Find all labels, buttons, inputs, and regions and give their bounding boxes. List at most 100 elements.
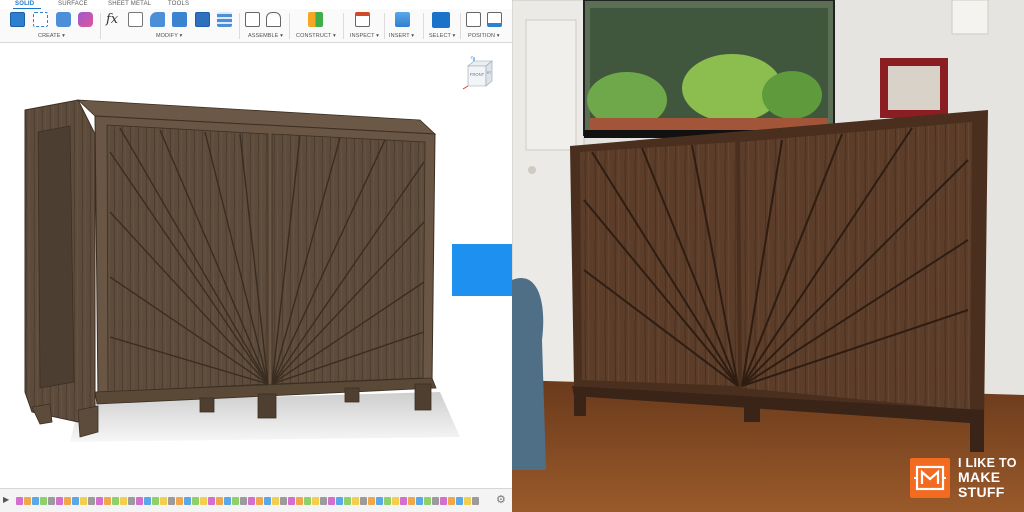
timeline-feature-icon[interactable] (168, 497, 175, 505)
measure-icon[interactable] (355, 12, 370, 27)
timeline-feature-icon[interactable] (456, 497, 463, 505)
press-pull-icon[interactable] (128, 12, 143, 27)
extrude-icon[interactable] (56, 12, 71, 27)
fillet-icon[interactable] (150, 12, 165, 27)
tab-surface[interactable]: SURFACE (58, 1, 88, 7)
insert-image-icon[interactable] (395, 12, 410, 27)
timeline-feature-icon[interactable] (48, 497, 55, 505)
offset-plane-icon[interactable] (308, 12, 323, 27)
timeline-feature-icon[interactable] (240, 497, 247, 505)
timeline-feature-icon[interactable] (40, 497, 47, 505)
timeline-feature-icon[interactable] (336, 497, 343, 505)
inspect-menu[interactable]: INSPECT ▾ (350, 33, 379, 39)
timeline-feature-icon[interactable] (408, 497, 415, 505)
timeline-feature-icon[interactable] (304, 497, 311, 505)
cabinet-foot (344, 387, 360, 403)
timeline-feature-icon[interactable] (376, 497, 383, 505)
new-component-icon[interactable] (10, 12, 25, 27)
timeline-feature-icon[interactable] (232, 497, 239, 505)
timeline-feature-icon[interactable] (328, 497, 335, 505)
joint-icon[interactable] (245, 12, 260, 27)
timeline-feature-icon[interactable] (160, 497, 167, 505)
timeline-feature-icon[interactable] (432, 497, 439, 505)
timeline-feature-icon[interactable] (128, 497, 135, 505)
timeline-feature-icon[interactable] (264, 497, 271, 505)
right-door (271, 133, 426, 385)
timeline-feature-icon[interactable] (208, 497, 215, 505)
construct-menu[interactable]: CONSTRUCT ▾ (296, 33, 336, 39)
timeline-feature-icon[interactable] (360, 497, 367, 505)
timeline-feature-icon[interactable] (384, 497, 391, 505)
timeline-feature-icon[interactable] (368, 497, 375, 505)
shell-icon[interactable] (217, 12, 232, 27)
timeline-feature-icon[interactable] (200, 497, 207, 505)
timeline-feature-icon[interactable] (216, 497, 223, 505)
tab-solid[interactable]: SOLID (15, 1, 34, 7)
right-door (740, 122, 972, 410)
timeline-feature-icon[interactable] (224, 497, 231, 505)
timeline-feature-icon[interactable] (120, 497, 127, 505)
timeline-feature-icon[interactable] (184, 497, 191, 505)
parameters-fx-icon[interactable]: fx (106, 12, 118, 27)
tab-sheet-metal[interactable]: SHEET METAL (108, 1, 151, 7)
timeline-feature-icon[interactable] (88, 497, 95, 505)
timeline-settings-gear-icon[interactable]: ⚙ (496, 493, 506, 506)
select-cursor-icon[interactable] (432, 12, 450, 28)
viewcube-icon[interactable]: Z FRONT RT (460, 56, 496, 90)
timeline-feature-icon[interactable] (96, 497, 103, 505)
timeline-feature-icon[interactable] (464, 497, 471, 505)
timeline-feature-icon[interactable] (144, 497, 151, 505)
timeline-feature-icon[interactable] (312, 497, 319, 505)
create-sketch-icon[interactable] (33, 12, 48, 27)
timeline-feature-icon[interactable] (416, 497, 423, 505)
tab-tools[interactable]: TOOLS (168, 1, 189, 7)
timeline-feature-icon[interactable] (176, 497, 183, 505)
viewcube-front-label: FRONT (470, 72, 485, 77)
timeline-feature-icon[interactable] (448, 497, 455, 505)
capture-position-icon[interactable] (466, 12, 481, 27)
timeline-feature-icon[interactable] (16, 497, 23, 505)
timeline-feature-icon[interactable] (192, 497, 199, 505)
timeline-feature-icon[interactable] (32, 497, 39, 505)
modify-menu[interactable]: MODIFY ▾ (156, 33, 182, 39)
timeline-feature-icon[interactable] (296, 497, 303, 505)
timeline-feature-icon[interactable] (56, 497, 63, 505)
timeline-feature-icon[interactable] (152, 497, 159, 505)
timeline-feature-icon[interactable] (272, 497, 279, 505)
timeline-feature-icon[interactable] (392, 497, 399, 505)
timeline-feature-icon[interactable] (400, 497, 407, 505)
timeline-bar: ▶ ⚙ (0, 488, 512, 512)
door-knob (528, 166, 536, 174)
form-icon[interactable] (78, 12, 93, 27)
timeline-feature-icon[interactable] (72, 497, 79, 505)
timeline-play-button[interactable]: ▶ (3, 495, 9, 504)
timeline-feature-icon[interactable] (24, 497, 31, 505)
timeline-feature-icon[interactable] (472, 497, 479, 505)
assemble-menu[interactable]: ASSEMBLE ▾ (248, 33, 283, 39)
chamfer-icon[interactable] (172, 12, 187, 27)
timeline-feature-icon[interactable] (104, 497, 111, 505)
timeline-feature-icon[interactable] (440, 497, 447, 505)
select-menu[interactable]: SELECT ▾ (429, 33, 455, 39)
position-menu[interactable]: POSITION ▾ (468, 33, 500, 39)
timeline-feature-icon[interactable] (112, 497, 119, 505)
insert-menu[interactable]: INSERT ▾ (389, 33, 414, 39)
timeline-feature-icon[interactable] (64, 497, 71, 505)
viewcube-axis-label: Z (471, 56, 474, 60)
timeline-feature-icon[interactable] (320, 497, 327, 505)
timeline-feature-icon[interactable] (352, 497, 359, 505)
timeline-feature-icon[interactable] (280, 497, 287, 505)
timeline-feature-icon[interactable] (344, 497, 351, 505)
timeline-feature-icon[interactable] (256, 497, 263, 505)
revert-position-icon[interactable] (487, 12, 502, 27)
timeline-feature-icon[interactable] (248, 497, 255, 505)
timeline-feature-icon[interactable] (136, 497, 143, 505)
timeline-feature-icon[interactable] (288, 497, 295, 505)
combine-icon[interactable] (195, 12, 210, 27)
as-built-joint-icon[interactable] (266, 12, 281, 27)
light-switch (951, 0, 989, 35)
create-menu[interactable]: CREATE ▾ (38, 33, 65, 39)
timeline-feature-icon[interactable] (424, 497, 431, 505)
timeline-feature-icon[interactable] (80, 497, 87, 505)
picture-photo (888, 66, 940, 110)
